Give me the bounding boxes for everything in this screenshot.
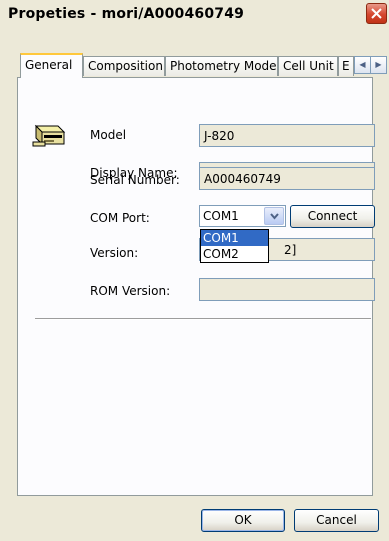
arrow-left-icon: ◀ — [359, 60, 366, 69]
com-port-value: COM1 — [203, 209, 239, 223]
divider — [35, 318, 371, 320]
tab-composition-label: Composition — [88, 59, 163, 73]
spectrometer-device-icon — [30, 122, 66, 153]
com-port-option-com2[interactable]: COM2 — [201, 246, 268, 262]
tab-partial[interactable]: E — [338, 56, 354, 76]
ok-button[interactable]: OK — [201, 509, 285, 532]
model-field: J-820 — [199, 124, 375, 147]
tab-scroll-right-button[interactable]: ▶ — [370, 56, 387, 74]
tab-photometry-mode[interactable]: Photometry Mode — [165, 56, 278, 76]
rom-version-label: ROM Version: — [90, 284, 171, 298]
com-port-dropdown-button[interactable] — [264, 207, 284, 225]
tab-scroll-left-button[interactable]: ◀ — [354, 56, 371, 74]
tab-general[interactable]: General — [20, 53, 83, 78]
tab-composition[interactable]: Composition — [83, 56, 165, 76]
model-label: Model — [90, 128, 127, 142]
arrow-right-icon: ▶ — [375, 60, 382, 69]
com-port-select[interactable]: COM1 — [199, 205, 286, 227]
properties-dialog: Propeties - mori/A000460749 General Comp… — [0, 0, 389, 541]
tab-partial-label: E — [342, 59, 350, 73]
close-icon — [371, 8, 382, 19]
com-port-option-com1[interactable]: COM1 — [201, 230, 268, 246]
window-title: Propeties - mori/A000460749 — [8, 6, 245, 22]
tab-cell-unit-label: Cell Unit — [283, 59, 334, 73]
rom-version-field — [199, 278, 375, 301]
serial-number-field: A000460749 — [199, 167, 375, 190]
tab-cell-unit[interactable]: Cell Unit — [278, 56, 338, 76]
close-button[interactable] — [366, 3, 387, 24]
connect-button[interactable]: Connect — [290, 205, 375, 228]
title-bar[interactable]: Propeties - mori/A000460749 — [0, 0, 389, 30]
tab-general-label: General — [25, 58, 73, 72]
tab-photometry-mode-label: Photometry Mode — [170, 59, 277, 73]
cancel-button[interactable]: Cancel — [294, 509, 379, 532]
com-port-label: COM Port: — [90, 211, 150, 225]
serial-number-label: Serial Number: — [90, 173, 180, 187]
version-label: Version: — [90, 246, 139, 260]
chevron-down-icon — [270, 213, 279, 220]
com-port-dropdown-list: COM1 COM2 — [200, 229, 269, 263]
